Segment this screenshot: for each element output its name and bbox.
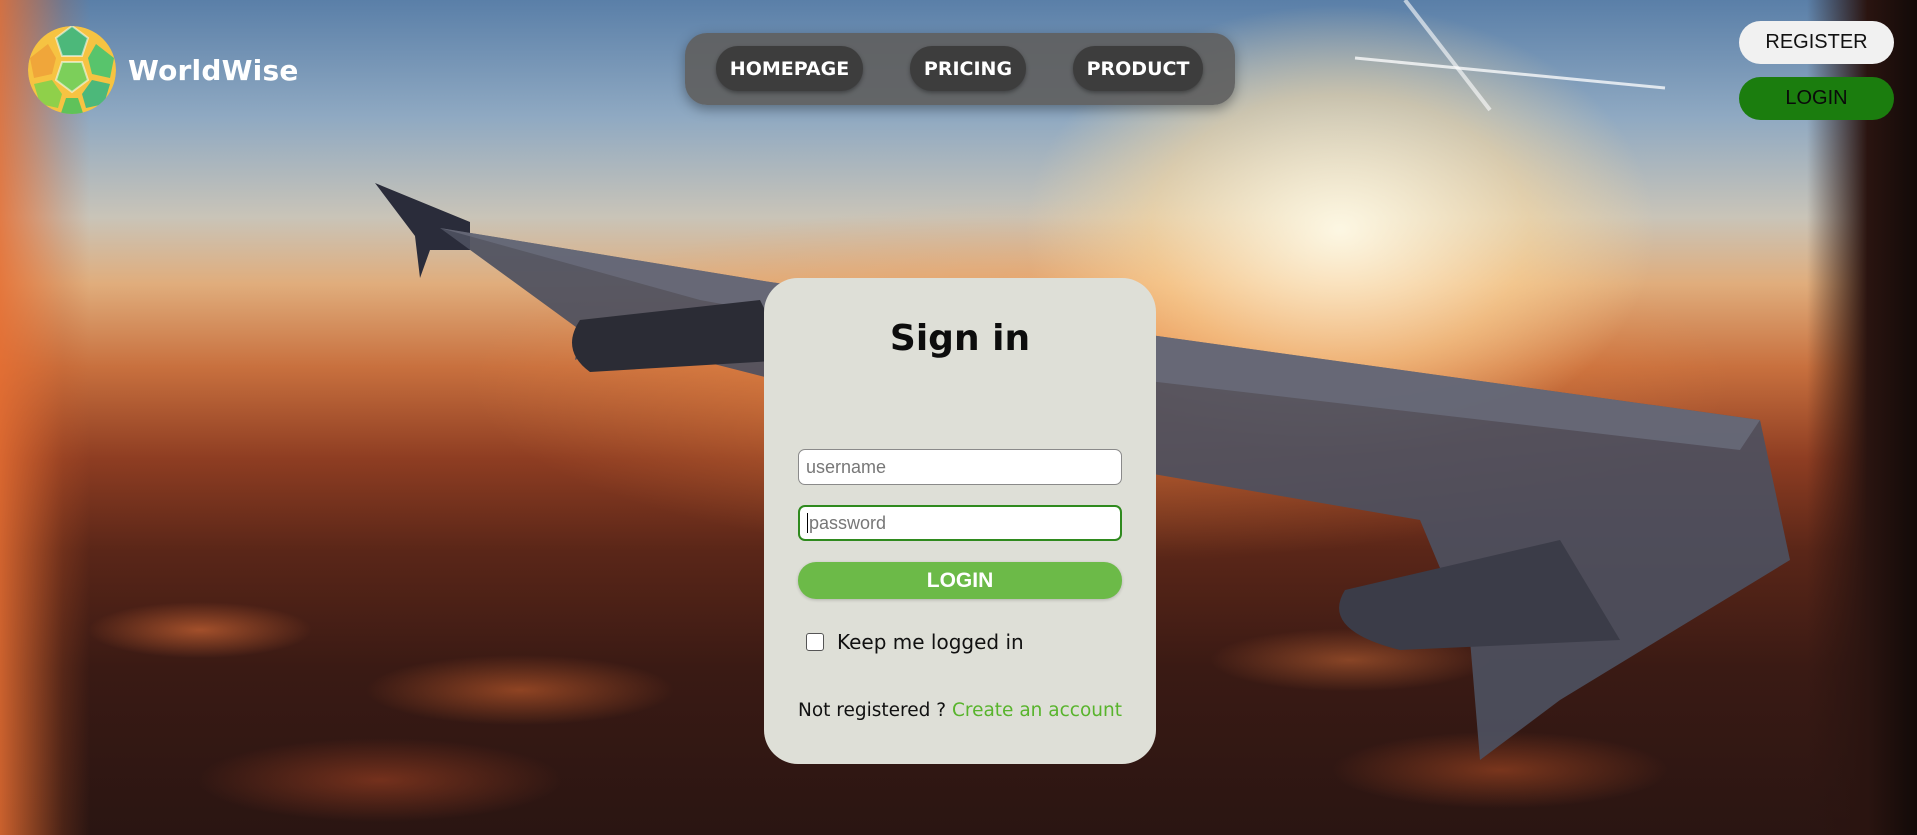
brand-name: WorldWise — [128, 53, 299, 87]
nav-product[interactable]: PRODUCT — [1073, 46, 1203, 91]
nav-homepage[interactable]: HOMEPAGE — [716, 46, 863, 91]
keep-logged-in[interactable]: Keep me logged in — [806, 630, 1024, 654]
keep-logged-in-label: Keep me logged in — [837, 630, 1024, 654]
username-input[interactable]: username — [798, 449, 1122, 485]
register-prompt: Not registered ? Create an account — [764, 700, 1156, 721]
register-button[interactable]: REGISTER — [1739, 21, 1894, 64]
password-placeholder: password — [809, 512, 887, 533]
header-login-button[interactable]: LOGIN — [1739, 77, 1894, 120]
password-input[interactable]: password — [798, 505, 1122, 541]
login-submit-button[interactable]: LOGIN — [798, 562, 1122, 599]
signin-card: Sign in username password LOGIN Keep me … — [764, 278, 1156, 764]
window-frame-left — [0, 0, 90, 835]
signin-title: Sign in — [889, 318, 1031, 359]
brand[interactable]: WorldWise — [26, 24, 299, 116]
username-placeholder: username — [806, 456, 887, 477]
create-account-link[interactable]: Create an account — [952, 700, 1122, 721]
geodesic-globe-logo-icon — [28, 26, 116, 114]
main-nav: HOMEPAGE PRICING PRODUCT — [685, 33, 1235, 105]
not-registered-text: Not registered ? — [798, 700, 947, 721]
keep-logged-in-checkbox[interactable] — [806, 633, 824, 651]
window-frame-right — [1807, 0, 1917, 835]
nav-pricing[interactable]: PRICING — [910, 46, 1026, 91]
text-caret — [807, 513, 808, 533]
